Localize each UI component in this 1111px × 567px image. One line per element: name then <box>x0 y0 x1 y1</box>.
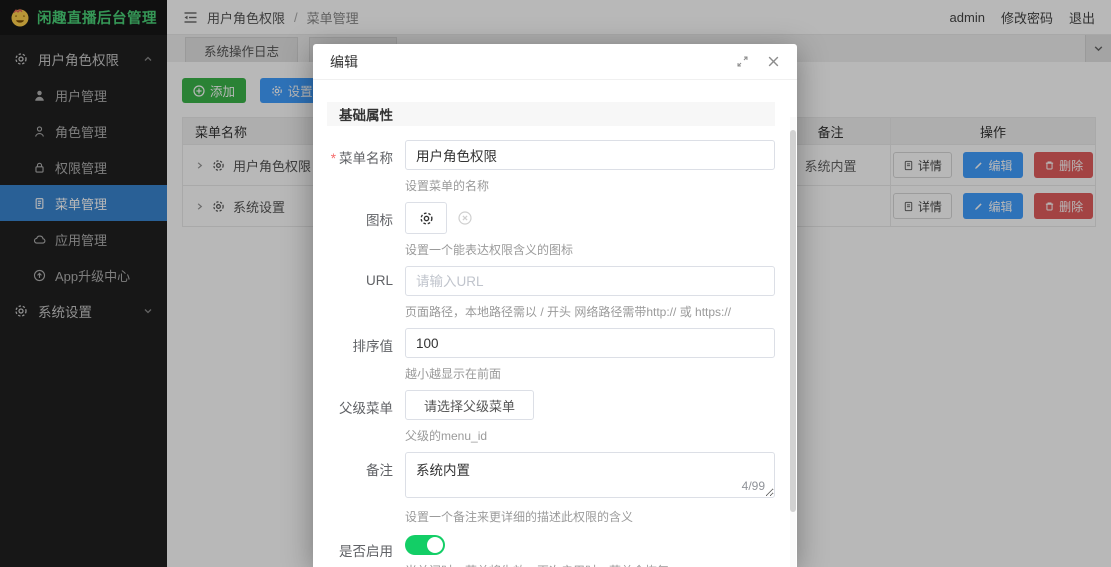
sort-help: 越小越显示在前面 <box>405 367 502 381</box>
modal-scrollbar-thumb[interactable] <box>790 130 796 512</box>
modal-title: 编辑 <box>330 53 358 70</box>
menu-name-help: 设置菜单的名称 <box>405 179 490 193</box>
modal-header: 编辑 <box>313 44 797 80</box>
form-item-url: URL 页面路径，本地路径需以 / 开头 网络路径需带http:// 或 htt… <box>327 266 775 320</box>
url-input[interactable] <box>405 266 775 296</box>
close-button[interactable] <box>767 55 780 68</box>
edit-modal-dialog: 编辑 基础属性 *菜单名称 设置菜单的名称 图标 <box>313 44 797 567</box>
icon-picker-button[interactable] <box>405 202 447 234</box>
sort-label: 排序值 <box>352 339 394 354</box>
form-item-sort: 排序值 越小越显示在前面 <box>327 328 775 382</box>
form-item-parent-menu: 父级菜单 请选择父级菜单 父级的menu_id <box>327 390 775 444</box>
menu-name-input[interactable] <box>405 140 775 170</box>
enabled-help: 当关闭时，菜单将失效，再次启用时，菜单会恢复。 <box>405 562 775 567</box>
url-help: 页面路径，本地路径需以 / 开头 网络路径需带http:// 或 https:/… <box>405 305 732 319</box>
remark-textarea[interactable]: 系统内置 <box>405 452 775 498</box>
form-item-menu-name: *菜单名称 设置菜单的名称 <box>327 140 775 194</box>
parent-menu-label: 父级菜单 <box>339 401 393 416</box>
form-item-remark: 备注 系统内置 4/99 设置一个备注来更详细的描述此权限的含义 <box>327 452 775 525</box>
close-icon <box>768 56 779 67</box>
url-label: URL <box>365 273 393 288</box>
parent-menu-help: 父级的menu_id <box>405 429 488 443</box>
gear-icon <box>419 211 433 225</box>
parent-menu-select-button[interactable]: 请选择父级菜单 <box>405 390 535 420</box>
required-asterisk: * <box>330 151 336 166</box>
clear-icon-button[interactable] <box>457 210 473 226</box>
icon-label: 图标 <box>366 213 393 228</box>
modal-body: 基础属性 *菜单名称 设置菜单的名称 图标 设置一个能 <box>313 80 797 567</box>
enabled-label: 是否启用 <box>339 544 393 559</box>
toggle-knob <box>427 537 443 553</box>
circle-x-icon <box>458 211 472 225</box>
fullscreen-icon <box>737 56 748 67</box>
fullscreen-button[interactable] <box>736 55 749 68</box>
remark-label: 备注 <box>366 463 393 478</box>
sort-input[interactable] <box>405 328 775 358</box>
form-item-icon: 图标 设置一个能表达权限含义的图标 <box>327 202 775 258</box>
section-basic-properties: 基础属性 <box>327 102 775 126</box>
remark-help: 设置一个备注来更详细的描述此权限的含义 <box>405 510 634 524</box>
icon-help: 设置一个能表达权限含义的图标 <box>405 243 574 257</box>
form-item-enabled: 是否启用 当关闭时，菜单将失效，再次启用时，菜单会恢复。 <box>327 533 775 567</box>
char-counter: 4/99 <box>737 479 765 493</box>
menu-name-label: * 菜单名称 <box>330 151 393 166</box>
enabled-toggle[interactable] <box>405 535 445 555</box>
